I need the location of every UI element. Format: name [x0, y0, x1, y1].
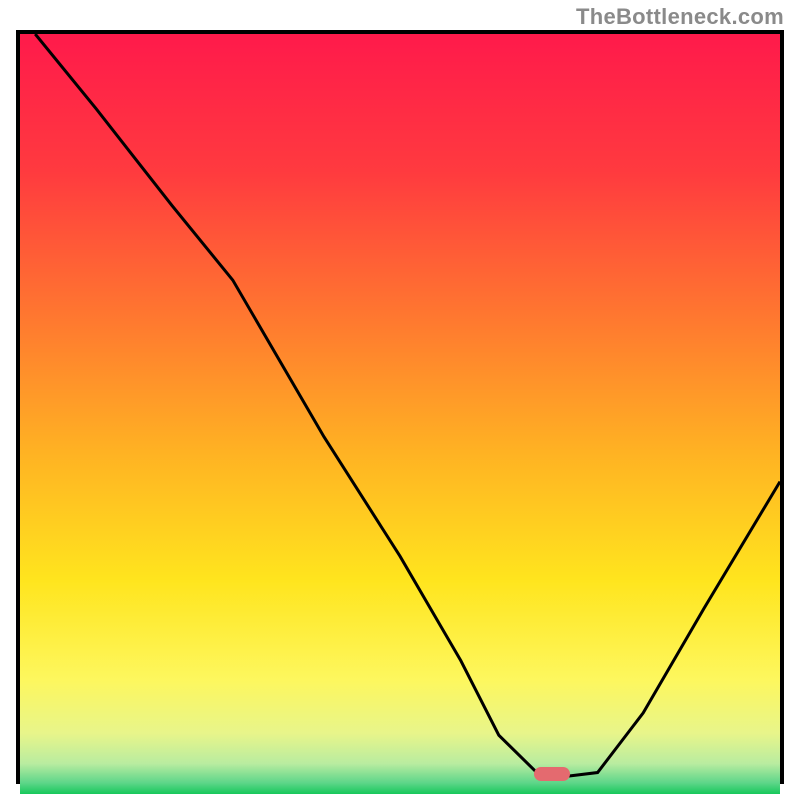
watermark-text: TheBottleneck.com	[576, 4, 784, 30]
optimal-marker	[534, 767, 570, 781]
curve-path	[35, 34, 780, 776]
plot-area	[20, 34, 780, 780]
chart-frame	[16, 30, 784, 784]
bottleneck-curve	[20, 34, 780, 780]
